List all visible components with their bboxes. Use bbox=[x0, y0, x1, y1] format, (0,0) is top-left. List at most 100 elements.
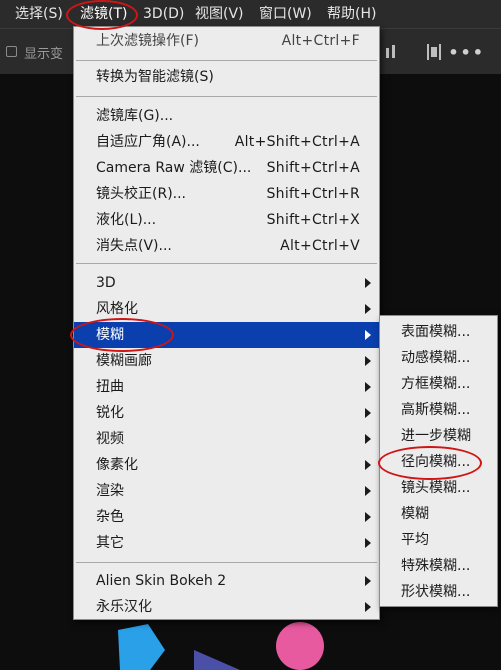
submenu-arrow-icon bbox=[365, 330, 371, 340]
submenu-arrow-icon bbox=[365, 538, 371, 548]
menu-separator bbox=[76, 263, 377, 264]
submenu-arrow-icon bbox=[365, 460, 371, 470]
menu-item-vanishing-point[interactable]: 消失点(V)... Alt+Ctrl+V bbox=[74, 233, 379, 259]
align-bottom-icon[interactable] bbox=[383, 42, 403, 62]
submenu-item-label: 高斯模糊... bbox=[401, 402, 471, 418]
menu-item-label: 风格化 bbox=[96, 301, 138, 317]
submenu-arrow-icon bbox=[365, 278, 371, 288]
submenu-arrow-icon bbox=[365, 486, 371, 496]
submenu-item-shape-blur[interactable]: 形状模糊... bbox=[380, 579, 497, 605]
menu-filter[interactable]: 滤镜(T) bbox=[80, 5, 127, 23]
submenu-item-label: 径向模糊... bbox=[401, 454, 471, 470]
show-transform-checkbox[interactable] bbox=[6, 46, 17, 57]
menu-item-distort[interactable]: 扭曲 bbox=[74, 374, 379, 400]
menu-separator bbox=[76, 96, 377, 97]
menu-item-label: 渲染 bbox=[96, 483, 124, 499]
menu-item-label: Alien Skin Bokeh 2 bbox=[96, 573, 227, 589]
menu-item-camera-raw[interactable]: Camera Raw 滤镜(C)... Shift+Ctrl+A bbox=[74, 155, 379, 181]
menu-3d[interactable]: 3D(D) bbox=[143, 5, 184, 23]
submenu-arrow-icon bbox=[365, 382, 371, 392]
blue-circle-shape bbox=[118, 624, 165, 670]
menu-window[interactable]: 窗口(W) bbox=[259, 5, 312, 23]
menu-item-label: 杂色 bbox=[96, 509, 124, 525]
submenu-arrow-icon bbox=[365, 576, 371, 586]
menu-item-label: 转换为智能滤镜(S) bbox=[96, 69, 214, 85]
menubar: 选择(S) 滤镜(T) 3D(D) 视图(V) 窗口(W) 帮助(H) bbox=[0, 0, 501, 28]
menu-select[interactable]: 选择(S) bbox=[15, 5, 63, 23]
menu-item-blur-gallery[interactable]: 模糊画廊 bbox=[74, 348, 379, 374]
menu-item-shortcut: Shift+Ctrl+A bbox=[266, 160, 360, 176]
submenu-item-gaussian-blur[interactable]: 高斯模糊... bbox=[380, 397, 497, 423]
purple-triangle-shape bbox=[194, 650, 240, 670]
menu-item-label: 其它 bbox=[96, 535, 124, 551]
menu-separator bbox=[76, 562, 377, 563]
menu-item-shortcut: Alt+Ctrl+F bbox=[281, 33, 360, 49]
submenu-arrow-icon bbox=[365, 512, 371, 522]
menu-item-convert-smart-filter[interactable]: 转换为智能滤镜(S) bbox=[74, 64, 379, 90]
submenu-item-label: 形状模糊... bbox=[401, 584, 471, 600]
menu-item-3d[interactable]: 3D bbox=[74, 270, 379, 296]
pink-circle-shape bbox=[276, 622, 324, 670]
menu-item-alien-skin-bokeh[interactable]: Alien Skin Bokeh 2 bbox=[74, 568, 379, 594]
blur-submenu: 表面模糊... 动感模糊... 方框模糊... 高斯模糊... 进一步模糊 径向… bbox=[379, 315, 498, 607]
submenu-item-radial-blur[interactable]: 径向模糊... bbox=[380, 449, 497, 475]
menu-item-liquify[interactable]: 液化(L)... Shift+Ctrl+X bbox=[74, 207, 379, 233]
submenu-item-blur[interactable]: 模糊 bbox=[380, 501, 497, 527]
submenu-arrow-icon bbox=[365, 356, 371, 366]
show-transform-label: 显示变 bbox=[24, 47, 64, 62]
menu-item-shortcut: Alt+Shift+Ctrl+A bbox=[234, 134, 360, 150]
distribute-icon[interactable] bbox=[424, 42, 444, 62]
more-options-icon[interactable]: ••• bbox=[448, 43, 485, 62]
submenu-item-label: 镜头模糊... bbox=[401, 480, 471, 496]
menu-item-shortcut: Alt+Ctrl+V bbox=[280, 238, 360, 254]
submenu-item-average[interactable]: 平均 bbox=[380, 527, 497, 553]
menu-item-label: 消失点(V)... bbox=[96, 238, 172, 254]
menu-view[interactable]: 视图(V) bbox=[195, 5, 244, 23]
submenu-item-label: 特殊模糊... bbox=[401, 558, 471, 574]
menu-item-blur[interactable]: 模糊 bbox=[74, 322, 379, 348]
menu-item-adaptive-wide-angle[interactable]: 自适应广角(A)... Alt+Shift+Ctrl+A bbox=[74, 129, 379, 155]
menu-item-label: 3D bbox=[96, 275, 116, 291]
submenu-arrow-icon bbox=[365, 408, 371, 418]
submenu-arrow-icon bbox=[365, 434, 371, 444]
submenu-arrow-icon bbox=[365, 304, 371, 314]
submenu-arrow-icon bbox=[365, 602, 371, 612]
submenu-item-label: 动感模糊... bbox=[401, 350, 471, 366]
submenu-item-surface-blur[interactable]: 表面模糊... bbox=[380, 319, 497, 345]
menu-item-label: 自适应广角(A)... bbox=[96, 134, 200, 150]
menu-help[interactable]: 帮助(H) bbox=[327, 5, 376, 23]
menu-item-label: 液化(L)... bbox=[96, 212, 157, 228]
menu-item-label: 镜头校正(R)... bbox=[96, 186, 187, 202]
submenu-item-lens-blur[interactable]: 镜头模糊... bbox=[380, 475, 497, 501]
submenu-item-label: 进一步模糊 bbox=[401, 428, 471, 444]
menu-item-noise[interactable]: 杂色 bbox=[74, 504, 379, 530]
menu-item-label: 锐化 bbox=[96, 405, 124, 421]
submenu-item-label: 方框模糊... bbox=[401, 376, 471, 392]
menu-item-label: 上次滤镜操作(F) bbox=[96, 33, 199, 49]
menu-item-filter-gallery[interactable]: 滤镜库(G)... bbox=[74, 103, 379, 129]
submenu-item-label: 表面模糊... bbox=[401, 324, 471, 340]
menu-item-label: Camera Raw 滤镜(C)... bbox=[96, 160, 252, 176]
menu-item-last-filter[interactable]: 上次滤镜操作(F) Alt+Ctrl+F bbox=[74, 28, 379, 54]
menu-item-shortcut: Shift+Ctrl+X bbox=[266, 212, 360, 228]
submenu-item-blur-more[interactable]: 进一步模糊 bbox=[380, 423, 497, 449]
menu-item-other[interactable]: 其它 bbox=[74, 530, 379, 556]
menu-item-sharpen[interactable]: 锐化 bbox=[74, 400, 379, 426]
menu-item-stylize[interactable]: 风格化 bbox=[74, 296, 379, 322]
menu-item-lens-correction[interactable]: 镜头校正(R)... Shift+Ctrl+R bbox=[74, 181, 379, 207]
menu-item-label: 滤镜库(G)... bbox=[96, 108, 174, 124]
submenu-item-box-blur[interactable]: 方框模糊... bbox=[380, 371, 497, 397]
menu-item-render[interactable]: 渲染 bbox=[74, 478, 379, 504]
submenu-item-motion-blur[interactable]: 动感模糊... bbox=[380, 345, 497, 371]
submenu-item-smart-blur[interactable]: 特殊模糊... bbox=[380, 553, 497, 579]
menu-item-label: 模糊 bbox=[96, 327, 124, 343]
submenu-item-label: 平均 bbox=[401, 532, 429, 548]
menu-separator bbox=[76, 60, 377, 61]
menu-item-label: 扭曲 bbox=[96, 379, 124, 395]
menu-item-label: 视频 bbox=[96, 431, 124, 447]
menu-item-label: 像素化 bbox=[96, 457, 138, 473]
menu-item-video[interactable]: 视频 bbox=[74, 426, 379, 452]
menu-item-pixelate[interactable]: 像素化 bbox=[74, 452, 379, 478]
submenu-item-label: 模糊 bbox=[401, 506, 429, 522]
menu-item-yongle-localization[interactable]: 永乐汉化 bbox=[74, 594, 379, 620]
